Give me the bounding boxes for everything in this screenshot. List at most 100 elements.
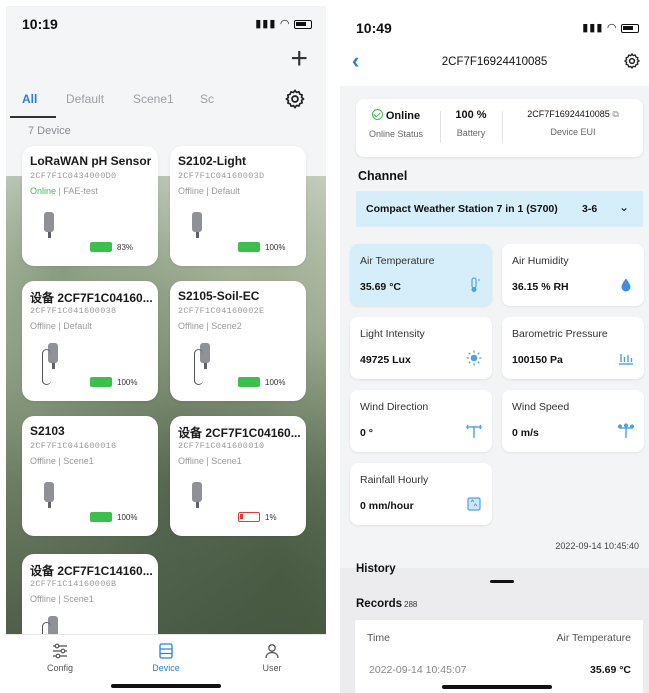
- eui-value: 2CF7F16924410085: [527, 109, 610, 119]
- channel-heading: Channel: [358, 169, 408, 183]
- screenshot-frame: 10:19 ▮▮▮ ◠ + All Default Scene1 Sc 7 De…: [0, 0, 649, 693]
- tab-scene1[interactable]: Scene1: [133, 92, 174, 106]
- status-time: 10:19: [22, 16, 58, 32]
- battery-percent: 100%: [265, 243, 286, 252]
- status-online: Online: [30, 186, 57, 196]
- column-header-value: Air Temperature: [556, 632, 631, 644]
- page-title: 2CF7F16924410085: [441, 56, 548, 68]
- device-eui: 2CF7F1C14160006B: [30, 579, 117, 589]
- row-value: 35.69 °C: [590, 664, 631, 676]
- measurement-value: 49725 Lux: [360, 354, 411, 366]
- sensor-device-icon: [192, 482, 202, 508]
- device-eui: 2CF7F1C041600016: [30, 441, 117, 451]
- anemometer-icon: [618, 423, 634, 438]
- channel-dropdown[interactable]: Compact Weather Station 7 in 1 (S700) 3-…: [356, 191, 643, 227]
- online-status: Online Online Status: [366, 109, 426, 139]
- status-offline: Offline: [178, 321, 204, 331]
- device-count: 7 Device: [28, 125, 71, 137]
- channel-range: 3-6: [582, 203, 598, 215]
- measurement-card-barometric-pressure[interactable]: Barometric Pressure 100150 Pa: [502, 317, 644, 379]
- eui-label: Device EUI: [550, 127, 596, 137]
- nav-device[interactable]: Device: [136, 643, 196, 673]
- sensor-device-icon: [192, 212, 202, 238]
- measurement-card-light-intensity[interactable]: Light Intensity 49725 Lux: [350, 317, 492, 379]
- device-eui-block: 2CF7F16924410085 ⧉ Device EUI: [506, 109, 640, 137]
- home-indicator: [442, 685, 552, 689]
- device-card[interactable]: S2102-Light 2CF7F1C04160003D Offline | D…: [170, 146, 306, 266]
- battery-status: 100 % Battery: [444, 109, 498, 138]
- measurement-value: 35.69 °C: [360, 281, 401, 293]
- records-table: Time Air Temperature 2022-09-14 10:45:07…: [355, 620, 643, 693]
- measurement-card-air-humidity[interactable]: Air Humidity 36.15 % RH: [502, 244, 644, 306]
- check-circle-icon: [371, 109, 383, 120]
- pressure-icon: [619, 354, 633, 365]
- device-group: Default: [211, 186, 240, 196]
- status-time: 10:49: [356, 20, 392, 36]
- battery-level-icon: [90, 242, 112, 252]
- measurement-card-air-temperature[interactable]: Air Temperature 35.69 °C: [350, 244, 492, 306]
- signal-icon: ▮▮▮: [255, 18, 277, 30]
- nav-config-label: Config: [46, 663, 73, 673]
- device-card[interactable]: S2105-Soil-EC 2CF7F1C04160002E Offline |…: [170, 281, 306, 401]
- nav-user[interactable]: User: [242, 643, 302, 673]
- signal-icon: ▮▮▮: [582, 22, 604, 34]
- measurement-title: Air Temperature: [360, 255, 435, 267]
- gear-icon[interactable]: [284, 88, 306, 110]
- device-eui: 2CF7F1C0434000D0: [30, 171, 117, 181]
- battery-icon: [294, 19, 312, 29]
- row-time: 2022-09-14 10:45:07: [369, 664, 467, 676]
- low-battery-icon: [238, 512, 260, 522]
- device-card[interactable]: 设备 2CF7F1C04160... 2CF7F1C041600038 Offl…: [22, 281, 158, 401]
- measurement-card-wind-direction[interactable]: Wind Direction 0 °: [350, 390, 492, 452]
- battery-label: Battery: [456, 128, 486, 138]
- battery-percent: 100%: [117, 513, 138, 522]
- battery-percent: 100%: [265, 378, 286, 387]
- device-status: Online | FAE-test: [30, 186, 98, 196]
- sun-icon: [466, 350, 482, 366]
- measurement-title: Barometric Pressure: [512, 328, 608, 340]
- battery-level-icon: [238, 242, 260, 252]
- measurement-title: Air Humidity: [512, 255, 569, 267]
- group-tabs: All Default Scene1 Sc: [6, 90, 326, 118]
- battery-percent: 83%: [117, 243, 134, 252]
- system-icons: ▮▮▮ ◠: [255, 17, 312, 30]
- measurement-card-rainfall-hourly[interactable]: Rainfall Hourly 0 mm/hour: [350, 463, 492, 525]
- divider: [502, 111, 503, 143]
- device-name: 设备 2CF7F1C04160...: [178, 426, 301, 440]
- device-list-screen: 10:19 ▮▮▮ ◠ + All Default Scene1 Sc 7 De…: [6, 6, 326, 692]
- wifi-icon: ◠: [607, 22, 617, 34]
- device-group: Default: [63, 321, 92, 331]
- tab-scene-truncated[interactable]: Sc: [200, 92, 214, 106]
- nav-user-label: User: [262, 663, 282, 673]
- detail-header: 10:49 ▮▮▮ ◠ ‹ 2CF7F16924410085: [340, 6, 649, 86]
- status-offline: Offline: [30, 594, 56, 604]
- last-updated-timestamp: 2022-09-14 10:45:40: [555, 541, 639, 551]
- measurement-value: 0 m/s: [512, 427, 539, 439]
- device-card[interactable]: S2103 2CF7F1C041600016 Offline | Scene1 …: [22, 416, 158, 536]
- measurement-card-wind-speed[interactable]: Wind Speed 0 m/s: [502, 390, 644, 452]
- copy-icon[interactable]: ⧉: [612, 109, 618, 119]
- device-group: FAE-test: [63, 186, 98, 196]
- device-name: S2102-Light: [178, 154, 247, 168]
- battery-percent: 1%: [265, 513, 277, 522]
- sensor-device-icon: [44, 482, 54, 508]
- tab-all[interactable]: All: [22, 92, 37, 106]
- measurement-value: 100150 Pa: [512, 354, 563, 366]
- device-card[interactable]: LoRaWAN pH Sensor 2CF7F1C0434000D0 Onlin…: [22, 146, 158, 266]
- device-group: Scene1: [211, 456, 242, 466]
- nav-config[interactable]: Config: [30, 643, 90, 673]
- device-card[interactable]: 设备 2CF7F1C04160... 2CF7F1C041600010 Offl…: [170, 416, 306, 536]
- device-name: 设备 2CF7F1C04160...: [30, 291, 153, 305]
- active-tab-indicator: [10, 116, 56, 118]
- soil-probe-device-icon: [194, 343, 210, 385]
- device-group: Scene1: [63, 594, 94, 604]
- tab-default[interactable]: Default: [66, 92, 104, 106]
- rain-gauge-icon: [467, 497, 481, 511]
- add-device-button[interactable]: +: [290, 44, 308, 74]
- sheet-grabber[interactable]: [490, 580, 514, 583]
- measurement-title: Wind Speed: [512, 401, 570, 413]
- device-eui: 2CF7F1C04160003D: [178, 171, 265, 181]
- gear-icon[interactable]: [623, 52, 641, 70]
- device-eui: 2CF7F1C041600038: [30, 306, 117, 316]
- device-status: Offline | Default: [30, 321, 92, 331]
